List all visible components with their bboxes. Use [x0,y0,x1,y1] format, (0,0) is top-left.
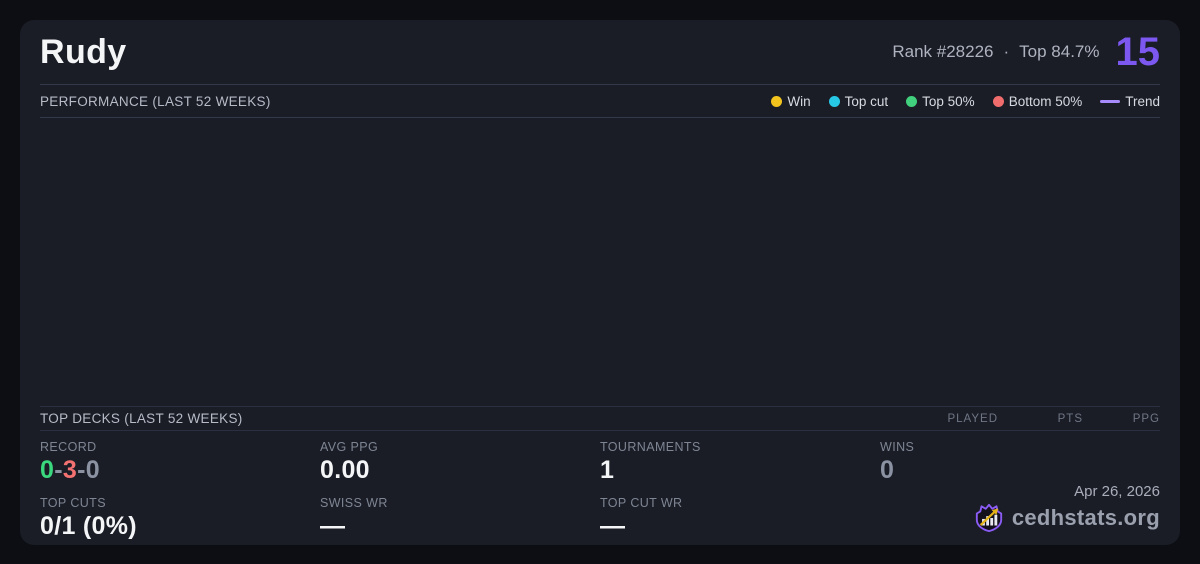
bottom-50-dot-icon [992,95,1004,107]
player-name: Rudy [40,32,127,71]
date-text: Apr 26, 2026 [1074,483,1160,500]
stat-label: TOP CUT WR [600,496,683,510]
record-dash: - [77,456,86,484]
stat-avg-ppg: AVG PPG 0.00 [320,431,600,487]
record-draws: 0 [85,456,100,484]
brand-row: cedhstats.org [974,503,1160,533]
legend-item-bottom-50[interactable]: Bottom 50% [992,93,1083,109]
performance-title: PERFORMANCE (LAST 52 WEEKS) [40,93,271,109]
top-cuts-value: 0/1 (0%) [40,512,137,540]
dot-separator: · [1003,42,1010,61]
stat-label: AVG PPG [320,440,379,454]
tournaments-value: 1 [600,456,615,484]
legend-item-top-50[interactable]: Top 50% [906,94,975,109]
wins-value: 0 [880,456,895,484]
swiss-wr-value: — [320,512,346,540]
legend-label: Trend [1125,93,1160,109]
stat-label: TOURNAMENTS [600,440,701,454]
stat-swiss-wr: SWISS WR — [320,487,600,543]
card-footer: Apr 26, 2026 cedhstats.org [974,483,1160,533]
legend-item-trend[interactable]: Trend [1100,94,1160,109]
record-wins: 0 [40,456,55,484]
column-header-ppg: PPG [1132,412,1160,425]
legend-label: Bottom 50% [1008,93,1083,109]
performance-chart-area [40,118,1160,406]
stat-tournaments: TOURNAMENTS 1 [600,431,880,487]
player-stats-card: Rudy Rank #28226 · Top 84.7% 15 PERFORMA… [20,20,1180,545]
legend-item-win[interactable]: Win [771,93,811,109]
legend-label: Top 50% [922,93,975,109]
stat-label: RECORD [40,440,97,454]
avg-ppg-value: 0.00 [320,456,370,484]
points-value: 15 [1115,30,1161,74]
performance-header-row: PERFORMANCE (LAST 52 WEEKS) Win Top cut … [40,85,1160,117]
stat-label: SWISS WR [320,496,388,510]
card-header: Rudy Rank #28226 · Top 84.7% 15 [40,20,1160,84]
rank-line: Rank #28226 · Top 84.7% [892,42,1099,62]
stat-label: TOP CUTS [40,496,106,510]
brand-link[interactable]: cedhstats.org [1012,505,1160,531]
stat-top-cut-wr: TOP CUT WR — [600,487,880,543]
stat-record: RECORD 0-3-0 [40,431,320,487]
top-cut-wr-value: — [600,512,626,540]
top-decks-header-row: TOP DECKS (LAST 52 WEEKS) PLAYED PTS PPG [40,406,1160,431]
column-header-pts: PTS [1057,412,1083,425]
top-decks-title: TOP DECKS (LAST 52 WEEKS) [40,411,243,426]
stat-wins: WINS 0 [880,431,1160,487]
top-decks-columns: PLAYED PTS PPG [928,413,1160,425]
stat-top-cuts: TOP CUTS 0/1 (0%) [40,487,320,543]
cedhstats-shield-logo-icon [974,503,1004,533]
legend-label: Win [787,93,811,109]
top-percent-text: Top 84.7% [1019,42,1100,61]
stat-label: WINS [880,440,915,454]
record-value: 0-3-0 [40,456,320,485]
top-cut-dot-icon [828,95,840,107]
record-losses: 3 [62,456,78,484]
record-dash: - [54,456,63,484]
chart-legend: Win Top cut Top 50% Bottom 50% Trend [771,94,1160,109]
column-header-played: PLAYED [947,412,998,425]
legend-item-top-cut[interactable]: Top cut [828,93,889,109]
win-dot-icon [771,95,783,107]
legend-label: Top cut [844,93,889,109]
top-50-dot-icon [906,95,918,107]
trend-line-icon [1100,99,1121,103]
rank-text: Rank #28226 [892,42,994,61]
